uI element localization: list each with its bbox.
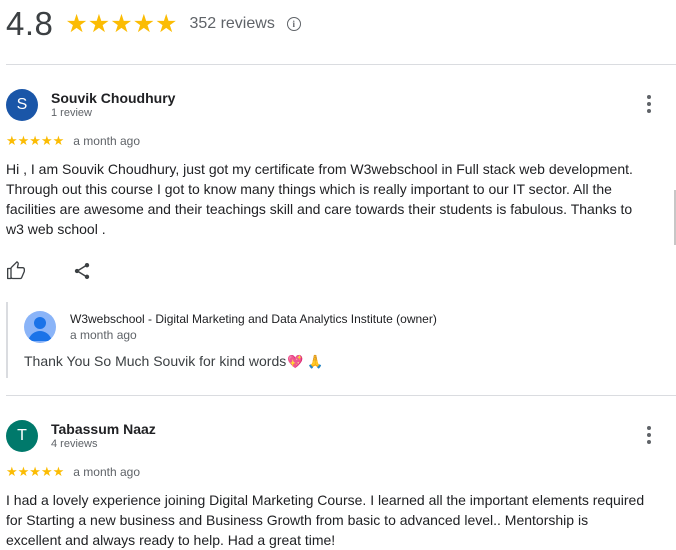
emoji: 💖 🙏 [287, 354, 324, 369]
owner-reply-text: Thank You So Much Souvik for kind words💖… [24, 353, 323, 370]
owner-name: W3webschool - Digital Marketing and Data… [70, 312, 437, 326]
rating-summary: 4.8 ★★★★★ 352 reviews i [6, 4, 301, 44]
avatar-initial: S [16, 96, 28, 113]
review-text: I had a lovely experience joining Digita… [6, 492, 645, 548]
review-stars: ★★★★★ [6, 133, 65, 148]
review-date: a month ago [73, 134, 140, 148]
avatar-initial: T [17, 427, 27, 444]
divider [6, 395, 676, 396]
share-icon[interactable] [72, 261, 92, 281]
review-stars: ★★★★★ [6, 464, 65, 479]
review-actions [6, 261, 106, 281]
owner-reply: W3webschool - Digital Marketing and Data… [6, 302, 648, 378]
info-icon[interactable]: i [286, 17, 301, 31]
review-card: T Tabassum Naaz 4 reviews ★★★★★ a month … [6, 420, 676, 550]
avatar[interactable]: T [6, 420, 38, 452]
more-vert-icon[interactable] [647, 426, 651, 444]
rating-stars: ★★★★★ [65, 10, 178, 38]
review-count[interactable]: 352 reviews [189, 15, 274, 33]
more-vert-icon[interactable] [647, 95, 651, 113]
average-rating: 4.8 [6, 5, 54, 42]
thumb-up-icon[interactable] [6, 261, 26, 281]
reviewer-review-count: 1 review [51, 107, 92, 119]
owner-reply-date: a month ago [70, 328, 137, 342]
review-rating-row: ★★★★★ a month ago [6, 464, 140, 480]
reviewer-name[interactable]: Souvik Choudhury [51, 90, 175, 106]
review-text: Hi , I am Souvik Choudhury, just got my … [6, 161, 633, 237]
default-user-icon [24, 311, 56, 343]
avatar[interactable]: S [6, 89, 38, 121]
divider [6, 64, 676, 65]
reviewer-name[interactable]: Tabassum Naaz [51, 421, 156, 437]
review-rating-row: ★★★★★ a month ago [6, 133, 140, 149]
review-date: a month ago [73, 465, 140, 479]
owner-reply-message: Thank You So Much Souvik for kind words [24, 353, 287, 369]
reviewer-review-count: 4 reviews [51, 438, 98, 450]
